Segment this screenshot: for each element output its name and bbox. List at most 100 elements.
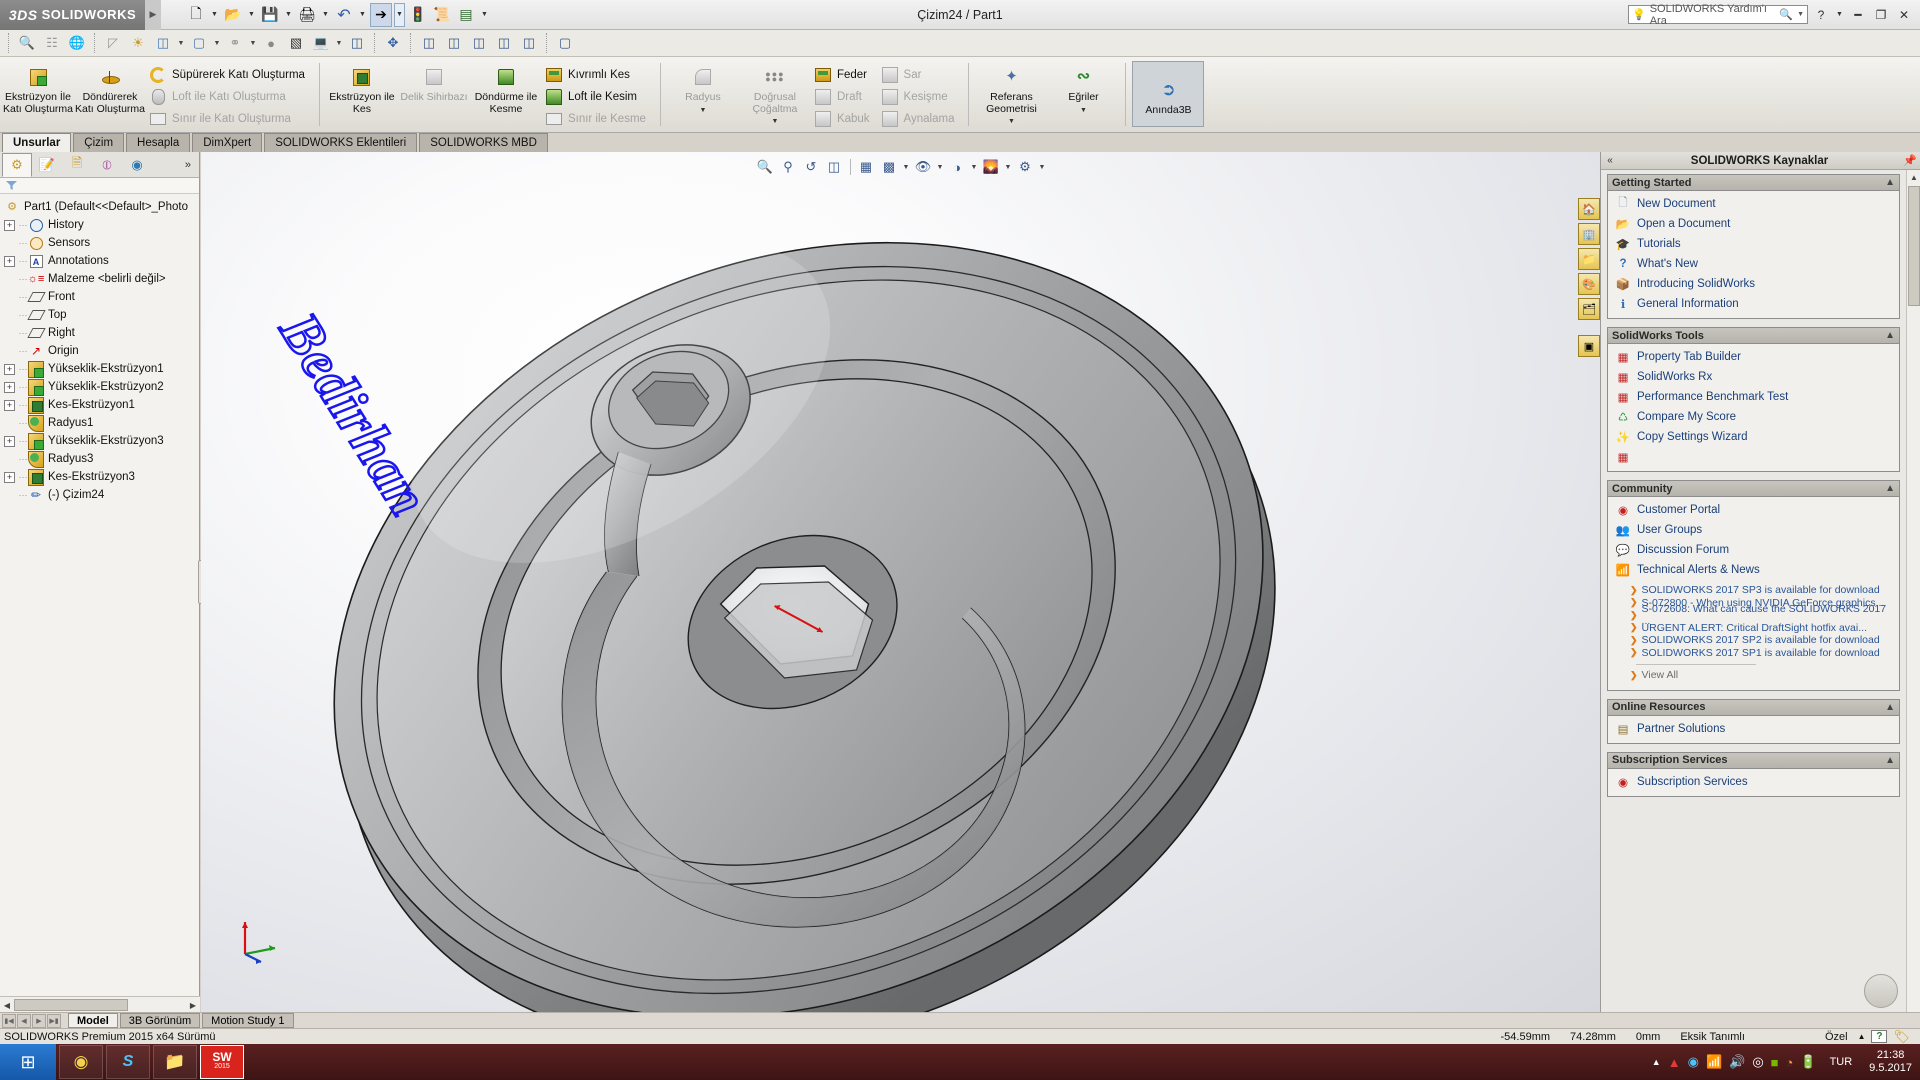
tree-item-extrude1[interactable]: + ⋯ Yükseklik-Ekstrüzyon1 bbox=[4, 360, 199, 378]
sketch-relations-icon[interactable]: ✥ bbox=[381, 32, 405, 55]
next-tab-icon[interactable]: ▶ bbox=[32, 1013, 46, 1028]
extrude-boss-command[interactable]: Ekstrüzyon İle Katı Oluşturma bbox=[2, 59, 74, 132]
chrome-taskbar-icon[interactable]: ◉ bbox=[59, 1045, 103, 1079]
tab-hesapla[interactable]: Hesapla bbox=[126, 133, 191, 152]
section-solidworks-tools-header[interactable]: SolidWorks Tools ▲ bbox=[1608, 328, 1899, 344]
link-sw-tools-extra[interactable]: ▦ bbox=[1610, 447, 1897, 467]
tree-item-fillet3[interactable]: ⋯ Radyus3 bbox=[4, 450, 199, 468]
revolve-boss-command[interactable]: Döndürerek Katı Oluşturma bbox=[74, 59, 146, 132]
extruded-cut-command[interactable]: Ekstrüzyon ile Kes bbox=[326, 59, 398, 132]
display-style-caret[interactable]: ▼ bbox=[176, 32, 186, 55]
tree-item-extrude3[interactable]: + ⋯ Yükseklik-Ekstrüzyon3 bbox=[4, 432, 199, 450]
edge-update-tray-icon[interactable]: ◉ bbox=[1688, 1054, 1699, 1070]
news-item[interactable]: ❯ SOLIDWORKS 2017 SP1 is available for d… bbox=[1610, 647, 1897, 660]
start-button[interactable]: ⊞ bbox=[0, 1044, 56, 1080]
draft-command[interactable]: Draft bbox=[813, 86, 876, 108]
tab-solidworks-mbd[interactable]: SOLIDWORKS MBD bbox=[419, 133, 548, 152]
task-panel-collapse-icon[interactable]: « bbox=[1601, 155, 1619, 166]
link-technical-alerts-news[interactable]: 📶 Technical Alerts & News bbox=[1610, 560, 1897, 580]
tree-item-front-plane[interactable]: ⋯ Front bbox=[4, 288, 199, 306]
link-copy-settings-wizard[interactable]: ✨ Copy Settings Wizard bbox=[1610, 427, 1897, 447]
rebuild-button[interactable]: 🚦 bbox=[407, 3, 429, 27]
taskbar-clock[interactable]: 21:38 9.5.2017 bbox=[1865, 1049, 1912, 1075]
link-compare-my-score[interactable]: ♺ Compare My Score bbox=[1610, 407, 1897, 427]
link-new-document[interactable]: 🗋 New Document bbox=[1610, 194, 1897, 214]
feature-manager-more[interactable]: » bbox=[185, 159, 199, 171]
scroll-right-arrow-icon[interactable]: ▶ bbox=[186, 998, 200, 1012]
link-tutorials[interactable]: 🎓 Tutorials bbox=[1610, 234, 1897, 254]
model-tab[interactable]: Model bbox=[68, 1013, 118, 1028]
boundary-boss-command[interactable]: Sınır ile Katı Oluşturma bbox=[148, 108, 311, 130]
undo-caret[interactable]: ▼ bbox=[357, 3, 368, 27]
part-model-3d[interactable] bbox=[201, 152, 1600, 1012]
loft-boss-command[interactable]: Loft ile Katı Oluşturma bbox=[148, 86, 311, 108]
link-performance-benchmark-test[interactable]: ▦ Performance Benchmark Test bbox=[1610, 387, 1897, 407]
link-property-tab-builder[interactable]: ▦ Property Tab Builder bbox=[1610, 347, 1897, 367]
link-subscription-services[interactable]: ◉ Subscription Services bbox=[1610, 772, 1897, 792]
news-item[interactable]: ❯ URGENT ALERT: Critical DraftSight hotf… bbox=[1610, 622, 1897, 635]
open-document-button[interactable]: 📂 bbox=[222, 3, 244, 27]
section-subscription-services-header[interactable]: Subscription Services ▲ bbox=[1608, 752, 1899, 769]
shell-command[interactable]: Kabuk bbox=[813, 108, 876, 130]
standard-view-back-icon[interactable]: ◫ bbox=[442, 32, 466, 55]
appearance-icon[interactable]: ☀ bbox=[126, 32, 150, 55]
expand-icon[interactable]: + bbox=[4, 435, 15, 447]
display-manager-tab[interactable]: ◉ bbox=[122, 153, 152, 177]
chevron-up-icon[interactable]: ▲ bbox=[1885, 177, 1895, 188]
link-customer-portal[interactable]: ◉ Customer Portal bbox=[1610, 500, 1897, 520]
news-item[interactable]: ❯ S-072608: What can cause the SOLIDWORK… bbox=[1610, 603, 1897, 627]
solidworks-logo[interactable]: 3DS SOLIDWORKS bbox=[0, 0, 145, 30]
save-button[interactable]: 💾 bbox=[259, 3, 281, 27]
network-tray-icon[interactable]: 📶 bbox=[1706, 1054, 1722, 1070]
tree-item-top-plane[interactable]: ⋯ Top bbox=[4, 306, 199, 324]
lofted-cut-command[interactable]: Loft ile Kesim bbox=[544, 86, 652, 108]
tree-item-annotations[interactable]: + ⋯ A Annotations bbox=[4, 252, 199, 270]
intersect-command[interactable]: Kesişme bbox=[880, 86, 961, 108]
task-panel-pin-icon[interactable]: 📌 bbox=[1900, 154, 1920, 167]
status-tag-icon[interactable]: 🏷 bbox=[1893, 1029, 1920, 1045]
scene-icon[interactable]: ● bbox=[259, 32, 283, 55]
link-user-groups[interactable]: 👥 User Groups bbox=[1610, 520, 1897, 540]
tree-item-part1[interactable]: ⚙ Part1 (Default<<Default>_Photo bbox=[4, 198, 199, 216]
file-properties-button[interactable]: 📜 bbox=[431, 3, 453, 27]
print-caret[interactable]: ▼ bbox=[320, 3, 331, 27]
first-tab-icon[interactable]: ▮◀ bbox=[2, 1013, 16, 1028]
mirror-command[interactable]: Aynalama bbox=[880, 108, 961, 130]
link-solidworks-rx[interactable]: ▦ SolidWorks Rx bbox=[1610, 367, 1897, 387]
chevron-up-icon[interactable]: ▲ bbox=[1885, 330, 1895, 341]
feature-tree-hscrollbar[interactable]: ◀ ▶ bbox=[0, 996, 200, 1012]
sweep-boss-command[interactable]: Süpürerek Katı Oluşturma bbox=[148, 64, 311, 86]
search-caret-icon[interactable]: ▼ bbox=[1797, 11, 1804, 18]
expand-icon[interactable]: + bbox=[4, 363, 15, 375]
curves-command[interactable]: ∾ Eğriler ▼ bbox=[1047, 59, 1119, 132]
scroll-up-arrow-icon[interactable]: ▲ bbox=[1907, 170, 1920, 184]
3d-views-tab[interactable]: 3B Görünüm bbox=[119, 1013, 201, 1028]
instant3d-command[interactable]: ➲ Anında3B bbox=[1132, 61, 1205, 127]
hole-wizard-command[interactable]: Delik Sihirbazı bbox=[398, 59, 470, 132]
property-manager-tab[interactable]: 📝 bbox=[32, 153, 62, 177]
tree-item-extrude2[interactable]: + ⋯ Yükseklik-Ekstrüzyon2 bbox=[4, 378, 199, 396]
link-general-information[interactable]: ℹ General Information bbox=[1610, 294, 1897, 314]
view-orientation-icon[interactable]: ▢ bbox=[187, 32, 211, 55]
tree-item-history[interactable]: + ⋯ History bbox=[4, 216, 199, 234]
unit-system-caret-icon[interactable]: ▲ bbox=[1858, 1032, 1866, 1041]
standard-view-front-icon[interactable]: ◫ bbox=[417, 32, 441, 55]
standard-view-top-icon[interactable]: ◫ bbox=[517, 32, 541, 55]
new-document-caret[interactable]: ▼ bbox=[209, 3, 220, 27]
section-community-header[interactable]: Community ▲ bbox=[1608, 481, 1899, 497]
display-states-icon[interactable]: ⚭ bbox=[223, 32, 247, 55]
dimxpert-manager-tab[interactable]: ⦶ bbox=[92, 153, 122, 177]
zoom-in-out-icon[interactable]: 🔍 bbox=[15, 32, 39, 55]
feature-tree-filter[interactable] bbox=[0, 178, 199, 194]
language-indicator[interactable]: TUR bbox=[1824, 1056, 1859, 1068]
reference-geometry-caret-icon[interactable]: ▼ bbox=[1008, 116, 1015, 128]
speed-meter-tray-icon[interactable]: ◔ bbox=[1786, 1055, 1794, 1070]
tab-solidworks-eklentileri[interactable]: SOLIDWORKS Eklentileri bbox=[264, 133, 418, 152]
swept-cut-command[interactable]: Kıvrımlı Kes bbox=[544, 64, 652, 86]
isometric-view-icon[interactable]: ▢ bbox=[553, 32, 577, 55]
link-open-document[interactable]: 📂 Open a Document bbox=[1610, 214, 1897, 234]
select-tool-button[interactable]: ➔ bbox=[370, 2, 392, 27]
task-panel-scrollbar[interactable]: ▲ bbox=[1906, 170, 1920, 1012]
volume-tray-icon[interactable]: 🔊 bbox=[1729, 1054, 1745, 1070]
motion-study-tab[interactable]: Motion Study 1 bbox=[202, 1013, 294, 1028]
